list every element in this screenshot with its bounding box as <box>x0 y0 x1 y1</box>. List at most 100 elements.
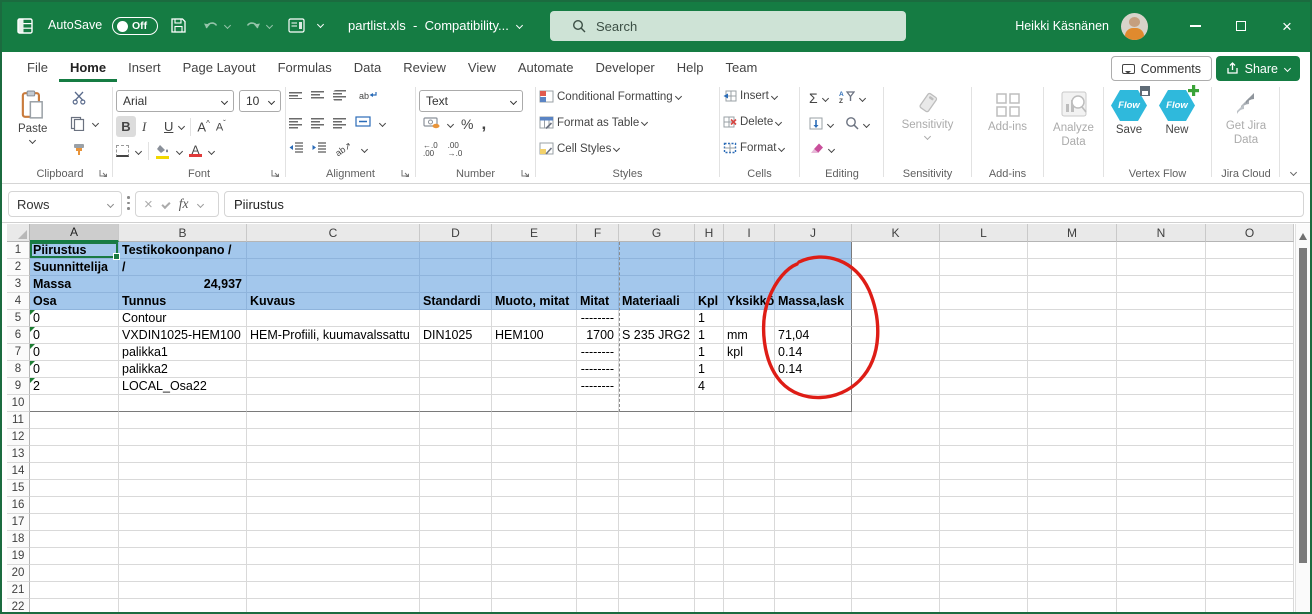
cell-K7[interactable] <box>852 344 940 361</box>
underline-chevron[interactable] <box>178 123 185 130</box>
cell-H8[interactable]: 1 <box>695 361 724 378</box>
column-header-I[interactable]: I <box>724 224 775 242</box>
cell-H16[interactable] <box>695 497 724 514</box>
format-cells-button[interactable]: Format <box>723 142 796 154</box>
cell-G4[interactable]: Materiaali <box>619 293 695 310</box>
cell-B6[interactable]: VXDIN1025-HEM100 <box>119 327 247 344</box>
tab-view[interactable]: View <box>457 52 507 82</box>
name-box[interactable]: Rows <box>8 191 122 217</box>
cell-O16[interactable] <box>1206 497 1294 514</box>
cell-H11[interactable] <box>695 412 724 429</box>
cell-L17[interactable] <box>940 514 1028 531</box>
cell-E18[interactable] <box>492 531 577 548</box>
cell-D10[interactable] <box>420 395 492 412</box>
align-middle-button[interactable] <box>311 91 324 100</box>
cell-L6[interactable] <box>940 327 1028 344</box>
cell-O9[interactable] <box>1206 378 1294 395</box>
cell-I11[interactable] <box>724 412 775 429</box>
cell-K15[interactable] <box>852 480 940 497</box>
tab-insert[interactable]: Insert <box>117 52 172 82</box>
cell-L7[interactable] <box>940 344 1028 361</box>
merge-center-button[interactable] <box>355 116 371 130</box>
cell-D1[interactable] <box>420 242 492 259</box>
cell-L18[interactable] <box>940 531 1028 548</box>
cell-A2[interactable]: Suunnittelija <box>30 259 119 276</box>
row-header-15[interactable]: 15 <box>7 480 30 497</box>
cell-I16[interactable] <box>724 497 775 514</box>
cell-D19[interactable] <box>420 548 492 565</box>
cell-F8[interactable]: -------- <box>577 361 619 378</box>
cell-A13[interactable] <box>30 446 119 463</box>
cell-I10[interactable] <box>724 395 775 412</box>
cell-I7[interactable]: kpl <box>724 344 775 361</box>
cell-G5[interactable] <box>619 310 695 327</box>
cell-H14[interactable] <box>695 463 724 480</box>
column-header-N[interactable]: N <box>1117 224 1206 242</box>
cell-N15[interactable] <box>1117 480 1206 497</box>
row-header-13[interactable]: 13 <box>7 446 30 463</box>
cell-A3[interactable]: Massa <box>30 276 119 293</box>
cell-M18[interactable] <box>1028 531 1117 548</box>
tab-file[interactable]: File <box>16 52 59 82</box>
cell-N2[interactable] <box>1117 259 1206 276</box>
cell-E1[interactable] <box>492 242 577 259</box>
row-header-22[interactable]: 22 <box>7 599 30 614</box>
cell-K13[interactable] <box>852 446 940 463</box>
cell-I14[interactable] <box>724 463 775 480</box>
cell-B16[interactable] <box>119 497 247 514</box>
find-select-chevron[interactable] <box>863 121 870 128</box>
cell-A10[interactable] <box>30 395 119 412</box>
cell-N6[interactable] <box>1117 327 1206 344</box>
cell-A11[interactable] <box>30 412 119 429</box>
cell-E8[interactable] <box>492 361 577 378</box>
italic-button[interactable]: I <box>142 119 158 135</box>
cell-J15[interactable] <box>775 480 852 497</box>
cell-H20[interactable] <box>695 565 724 582</box>
cell-O12[interactable] <box>1206 429 1294 446</box>
cell-L4[interactable] <box>940 293 1028 310</box>
insert-function-icon[interactable]: fx <box>179 196 189 212</box>
cell-C7[interactable] <box>247 344 420 361</box>
addins-button[interactable]: Add-ins <box>975 92 1040 133</box>
tab-page-layout[interactable]: Page Layout <box>172 52 267 82</box>
cell-N12[interactable] <box>1117 429 1206 446</box>
align-bottom-button[interactable] <box>333 90 350 101</box>
cell-F21[interactable] <box>577 582 619 599</box>
cell-I6[interactable]: mm <box>724 327 775 344</box>
cell-J11[interactable] <box>775 412 852 429</box>
cell-H22[interactable] <box>695 599 724 614</box>
cell-N22[interactable] <box>1117 599 1206 614</box>
cell-A18[interactable] <box>30 531 119 548</box>
get-jira-data-button[interactable]: Get Jira Data <box>1215 90 1277 148</box>
row-header-19[interactable]: 19 <box>7 548 30 565</box>
cell-K2[interactable] <box>852 259 940 276</box>
cell-O8[interactable] <box>1206 361 1294 378</box>
row-header-5[interactable]: 5 <box>7 310 30 327</box>
cell-L21[interactable] <box>940 582 1028 599</box>
cell-K1[interactable] <box>852 242 940 259</box>
column-header-G[interactable]: G <box>619 224 695 242</box>
cell-D16[interactable] <box>420 497 492 514</box>
cell-E3[interactable] <box>492 276 577 293</box>
cell-H5[interactable]: 1 <box>695 310 724 327</box>
cell-K6[interactable] <box>852 327 940 344</box>
wrap-text-button[interactable]: ab <box>359 91 377 101</box>
column-header-L[interactable]: L <box>940 224 1028 242</box>
cell-N21[interactable] <box>1117 582 1206 599</box>
cell-M5[interactable] <box>1028 310 1117 327</box>
row-header-8[interactable]: 8 <box>7 361 30 378</box>
cell-H10[interactable] <box>695 395 724 412</box>
row-header-12[interactable]: 12 <box>7 429 30 446</box>
cell-O11[interactable] <box>1206 412 1294 429</box>
cell-G11[interactable] <box>619 412 695 429</box>
cell-A19[interactable] <box>30 548 119 565</box>
cell-A21[interactable] <box>30 582 119 599</box>
cell-F3[interactable] <box>577 276 619 293</box>
ribbon-collapse-chevron[interactable] <box>1290 169 1297 176</box>
share-button[interactable]: Share <box>1216 56 1300 81</box>
cell-I12[interactable] <box>724 429 775 446</box>
cell-J17[interactable] <box>775 514 852 531</box>
cell-C8[interactable] <box>247 361 420 378</box>
borders-button[interactable] <box>116 145 129 157</box>
accounting-format-button[interactable] <box>423 116 440 132</box>
